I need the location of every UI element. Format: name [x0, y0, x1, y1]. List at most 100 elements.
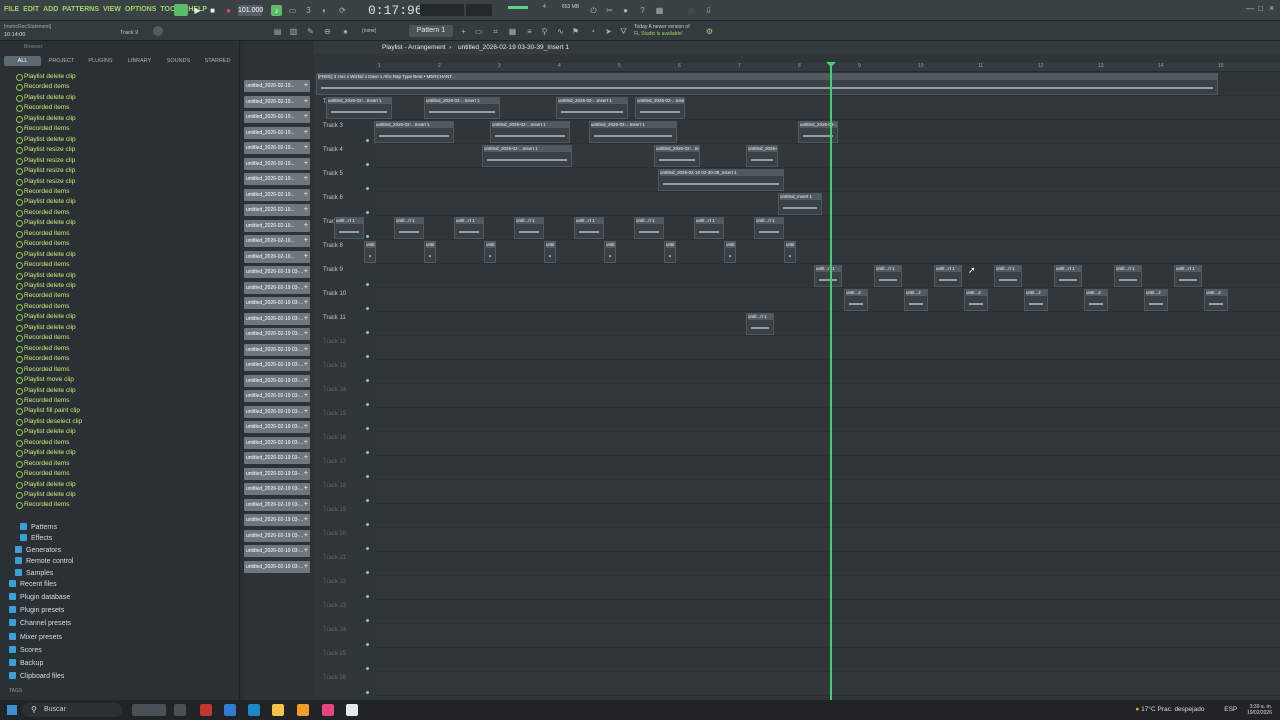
plugin-picker-icon[interactable]: ⚲: [539, 26, 550, 37]
add-icon[interactable]: +: [304, 545, 308, 557]
tab-starred[interactable]: STARRED: [199, 56, 236, 66]
track-mute-led[interactable]: [366, 211, 369, 214]
track-mute-led[interactable]: [366, 619, 369, 622]
audio-clip[interactable]: untit...rt 1: [1114, 265, 1142, 287]
picker-item[interactable]: untitled_2026-02-19 03-... +: [244, 405, 310, 418]
history-item[interactable]: Playlist delete clip: [16, 449, 76, 458]
track-lane[interactable]: [376, 360, 1280, 384]
add-icon[interactable]: +: [304, 561, 308, 573]
history-item[interactable]: Recorded items: [16, 345, 70, 353]
picker-item[interactable]: untitled_2026-02-19 03-... +: [244, 421, 310, 433]
picker-item[interactable]: untitled_2026-02-19... +: [244, 235, 310, 247]
plus-pattern-icon[interactable]: +: [458, 26, 469, 37]
app-icon-blue[interactable]: [224, 704, 236, 716]
tab-project[interactable]: PROJECT: [43, 56, 80, 66]
folder-item[interactable]: Plugin database: [9, 593, 70, 601]
folder-item[interactable]: Channel presets: [9, 619, 71, 627]
master-volume-knob[interactable]: [153, 26, 163, 36]
audio-clip[interactable]: untit...2: [1204, 289, 1228, 311]
audio-clip[interactable]: untitled_2026-02-...Insert 1: [482, 145, 572, 167]
track-lane[interactable]: [376, 528, 1280, 552]
folder-item[interactable]: Samples: [15, 569, 53, 577]
track-name[interactable]: Track 8: [323, 243, 343, 249]
track-mute-led[interactable]: [366, 547, 369, 550]
track-mute-led[interactable]: [366, 475, 369, 478]
history-item[interactable]: Playlist delete clip: [16, 313, 76, 322]
history-item[interactable]: Playlist delete clip: [16, 115, 76, 123]
stop-icon[interactable]: ■: [207, 5, 218, 16]
add-icon[interactable]: +: [304, 437, 308, 449]
menu-add[interactable]: ADD: [43, 6, 58, 13]
history-item[interactable]: Playlist delete clip: [16, 198, 76, 207]
add-icon[interactable]: +: [304, 282, 308, 294]
folder-item[interactable]: Recent files: [9, 580, 57, 588]
track-mute-led[interactable]: [366, 403, 369, 406]
history-item[interactable]: Recorded items: [16, 303, 70, 311]
folder-item[interactable]: Patterns: [20, 523, 57, 531]
browser-icon[interactable]: ≡: [524, 26, 535, 37]
track-lane[interactable]: [376, 456, 1280, 480]
audio-clip[interactable]: [FREE] 3 Hus x Wizkid x Dave x Afro Rap …: [316, 73, 1218, 95]
language-indicator[interactable]: ESP: [1224, 706, 1237, 713]
menu-view[interactable]: VIEW: [103, 6, 121, 13]
wave-icon[interactable]: ∿: [555, 26, 566, 37]
track-lane[interactable]: [376, 576, 1280, 600]
track-name[interactable]: Track 23: [323, 603, 346, 609]
add-icon[interactable]: +: [304, 483, 308, 495]
audio-clip[interactable]: untitled_2026-02-...Insert 1: [374, 121, 454, 143]
tab-plugins[interactable]: PLUGINS: [82, 56, 119, 66]
audio-clip[interactable]: untit...rt 1: [454, 217, 484, 239]
track-mute-led[interactable]: [366, 523, 369, 526]
track-mute-led[interactable]: [366, 163, 369, 166]
picker-item[interactable]: untitled_2026-02-19 03-... +: [244, 328, 310, 340]
add-icon[interactable]: +: [304, 297, 308, 309]
audio-clip[interactable]: untit...rt 1: [784, 241, 796, 263]
play-icon[interactable]: ▶: [192, 5, 203, 16]
piano-roll-view-icon[interactable]: ▥: [288, 26, 299, 37]
time-display[interactable]: 0:17:96: [368, 3, 423, 18]
add-icon[interactable]: +: [304, 406, 308, 418]
app-icon-red[interactable]: [200, 704, 212, 716]
history-item[interactable]: Playlist resize clip: [15, 146, 75, 155]
audio-clip[interactable]: untit...2: [964, 289, 988, 311]
audio-clip[interactable]: untitled_2026-02-...Insert 1: [424, 97, 500, 119]
mic-icon[interactable]: ●: [620, 5, 631, 16]
link-icon[interactable]: ⊖: [322, 26, 333, 37]
add-icon[interactable]: +: [304, 313, 308, 325]
pencil-icon[interactable]: ✎: [305, 26, 316, 37]
history-item[interactable]: Recorded items: [16, 261, 70, 270]
track-name[interactable]: Track 21: [323, 555, 346, 561]
track-mute-led[interactable]: [366, 235, 369, 238]
media-player-icon[interactable]: [346, 704, 358, 716]
picker-item[interactable]: untitled_2026-02-19 03-... +: [244, 498, 310, 511]
audio-clip[interactable]: untitled_2026-02-...Insert 1: [589, 121, 677, 143]
picker-item[interactable]: untitled_2026-02-19 03-... +: [244, 560, 310, 573]
track-lane[interactable]: [376, 408, 1280, 432]
track-name[interactable]: Track 12: [323, 339, 346, 345]
history-item[interactable]: Playlist deselect clip: [15, 418, 82, 426]
stamp-icon[interactable]: ♠: [340, 26, 351, 37]
audio-clip[interactable]: untit...rt 1: [724, 241, 736, 263]
track-name[interactable]: Track 5: [323, 171, 343, 177]
track-lane[interactable]: [376, 480, 1280, 504]
task-view-icon[interactable]: [174, 704, 186, 716]
playhead[interactable]: [830, 63, 832, 700]
add-icon[interactable]: +: [304, 344, 308, 356]
folder-item[interactable]: Scores: [9, 646, 42, 654]
track-name[interactable]: Track 11: [323, 315, 346, 321]
track-lane[interactable]: [376, 96, 1280, 120]
audio-clip[interactable]: untitled_2026-02-...Insert 1: [490, 121, 570, 143]
audio-clip[interactable]: untit...rt 1: [484, 241, 496, 263]
audio-clip[interactable]: untitled_2026-02-...Insert 1: [556, 97, 628, 119]
app-icon-pink[interactable]: [322, 704, 334, 716]
add-icon[interactable]: +: [304, 251, 308, 263]
picker-item[interactable]: untitled_2026-02-19 03-... +: [244, 374, 310, 387]
picker-item[interactable]: untitled_2026-02-19 03-... +: [244, 529, 310, 542]
history-item[interactable]: Recorded items: [16, 188, 70, 196]
history-item[interactable]: Playlist delete clip: [16, 428, 76, 437]
track-name[interactable]: Track 3: [323, 123, 343, 129]
track-mute-led[interactable]: [366, 187, 369, 190]
tempo-display[interactable]: 101.000: [238, 5, 263, 16]
playlist-view-icon[interactable]: ▤: [272, 26, 283, 37]
history-item[interactable]: Playlist delete clip: [16, 251, 76, 259]
